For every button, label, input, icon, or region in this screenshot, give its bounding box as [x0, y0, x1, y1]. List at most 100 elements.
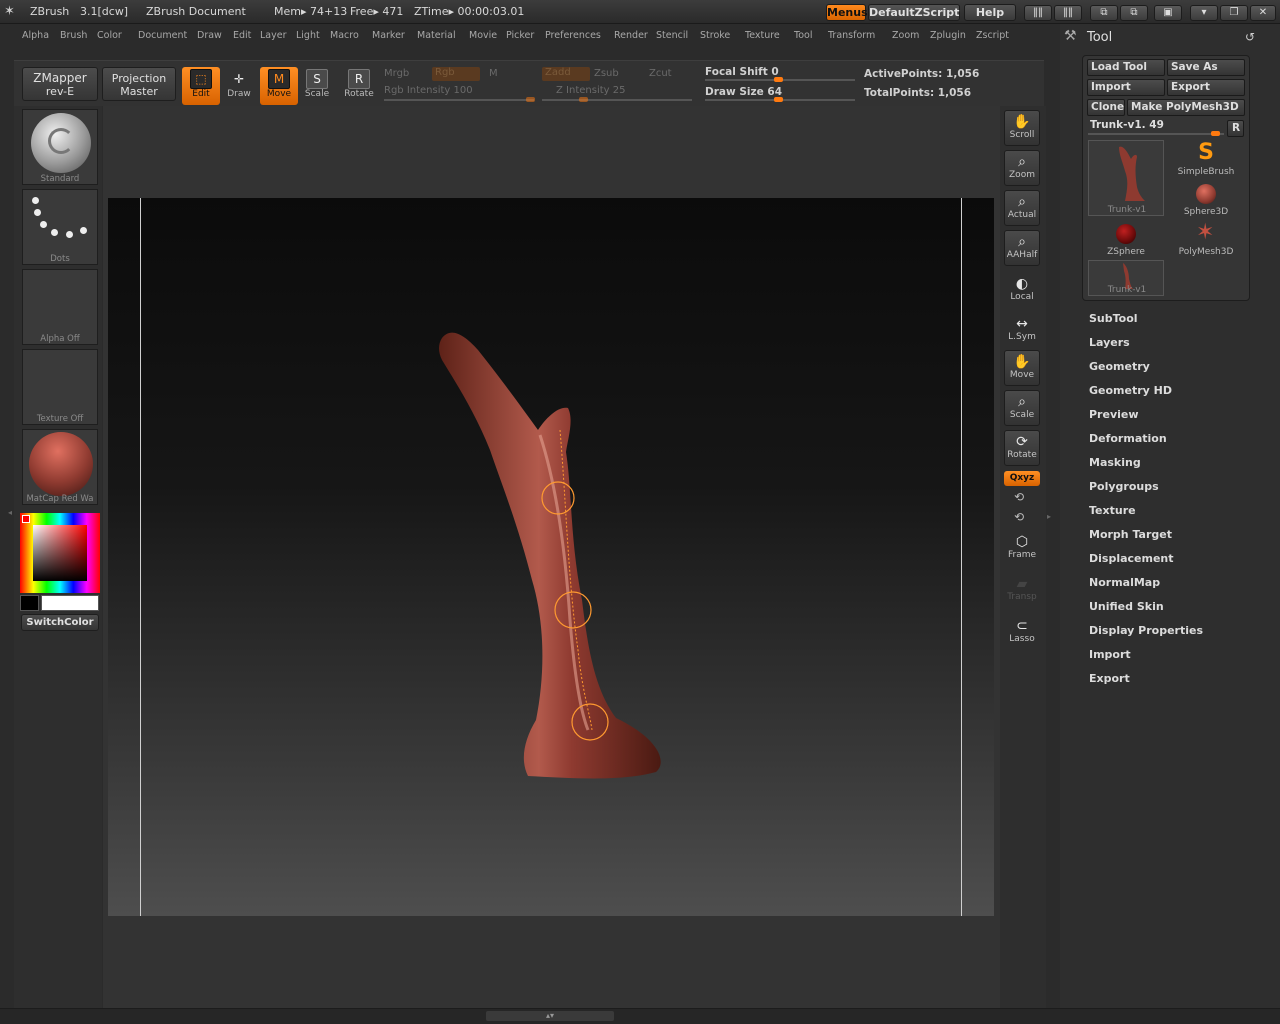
switch-color-button[interactable]: SwitchColor — [21, 614, 99, 631]
draw-size-slider[interactable]: Draw Size 64 — [705, 86, 782, 98]
menu-color[interactable]: Color — [97, 30, 122, 41]
layout-1-icon[interactable]: ⧉ — [1090, 5, 1118, 21]
color-picker[interactable] — [20, 513, 100, 593]
subpalette-polygroups[interactable]: Polygroups — [1089, 480, 1159, 493]
menu-tool[interactable]: Tool — [794, 30, 812, 41]
subpalette-geometry-hd[interactable]: Geometry HD — [1089, 384, 1172, 397]
menu-macro[interactable]: Macro — [330, 30, 359, 41]
menu-picker[interactable]: Picker — [506, 30, 534, 41]
menu-material[interactable]: Material — [417, 30, 456, 41]
current-tool-slider[interactable]: Trunk-v1. 49 — [1090, 119, 1164, 131]
subpalette-export[interactable]: Export — [1089, 672, 1130, 685]
brush-picker[interactable]: Standard — [22, 109, 98, 185]
save-as-button[interactable]: Save As — [1167, 59, 1245, 76]
make-polymesh-button[interactable]: Make PolyMesh3D — [1127, 99, 1245, 116]
menu-layer[interactable]: Layer — [260, 30, 287, 41]
rotate-z-icon[interactable]: ⟲ — [1014, 510, 1024, 524]
menu-brush[interactable]: Brush — [60, 30, 87, 41]
layout-2-icon[interactable]: ⧉ — [1120, 5, 1148, 21]
frame-button[interactable]: ⬡ Frame — [1004, 530, 1040, 566]
subpalette-import[interactable]: Import — [1089, 648, 1131, 661]
menu-alpha[interactable]: Alpha — [22, 30, 49, 41]
z-intensity-knob[interactable] — [579, 97, 588, 102]
zsphere-icon[interactable] — [1116, 224, 1136, 244]
move-mode-button[interactable]: M Move — [260, 67, 298, 105]
rgb-toggle[interactable]: Rgb — [432, 67, 480, 81]
current-tool-knob[interactable] — [1211, 131, 1220, 136]
subpalette-normalmap[interactable]: NormalMap — [1089, 576, 1160, 589]
subpalette-subtool[interactable]: SubTool — [1089, 312, 1138, 325]
tool-thumb-trunk[interactable]: Trunk-v1 — [1088, 140, 1164, 216]
subpalette-preview[interactable]: Preview — [1089, 408, 1139, 421]
color-marker[interactable] — [22, 515, 30, 523]
rotate-y-icon[interactable]: ⟲ — [1014, 490, 1024, 504]
aahalf-button[interactable]: ⌕ AAHalf — [1004, 230, 1040, 266]
default-zscript-button[interactable]: DefaultZScript — [868, 4, 960, 21]
color-saturation-square[interactable] — [33, 525, 87, 581]
right-tray-handle[interactable]: ▸ — [1047, 512, 1053, 530]
menu-zplugin[interactable]: Zplugin — [930, 30, 966, 41]
zoom-button[interactable]: ⌕ Zoom — [1004, 150, 1040, 186]
projection-master-button[interactable]: Projection Master — [102, 67, 176, 101]
close-icon[interactable]: ✕ — [1250, 5, 1276, 21]
rotate-view-button[interactable]: ⟳ Rotate — [1004, 430, 1040, 466]
help-button[interactable]: Help — [964, 4, 1016, 21]
subpalette-masking[interactable]: Masking — [1089, 456, 1141, 469]
menu-transform[interactable]: Transform — [828, 30, 875, 41]
rgb-intensity-knob[interactable] — [526, 97, 535, 102]
lasso-button[interactable]: ⊂ Lasso — [1004, 614, 1040, 650]
rgb-intensity-slider[interactable]: Rgb Intensity 100 — [384, 85, 473, 96]
texture-picker[interactable]: Texture Off — [22, 349, 98, 425]
menu-movie[interactable]: Movie — [469, 30, 497, 41]
zcut-toggle[interactable]: Zcut — [649, 68, 672, 79]
tool-thumb-trunk-2[interactable]: Trunk-v1 — [1088, 260, 1164, 296]
z-intensity-slider[interactable]: Z Intensity 25 — [556, 85, 625, 96]
load-tool-button[interactable]: Load Tool — [1087, 59, 1165, 76]
subpalette-deformation[interactable]: Deformation — [1089, 432, 1167, 445]
material-picker[interactable]: MatCap Red Wa — [22, 429, 98, 505]
transp-button[interactable]: ▰ Transp — [1004, 572, 1040, 608]
scroll-button[interactable]: ✋ Scroll — [1004, 110, 1040, 146]
shrink-icon[interactable]: ‖‖ — [1024, 5, 1052, 21]
scale-mode-button[interactable]: S Scale — [298, 67, 336, 105]
subpalette-displacement[interactable]: Displacement — [1089, 552, 1174, 565]
menus-button[interactable]: Menus — [826, 4, 868, 21]
simplebrush-icon[interactable]: S — [1192, 140, 1220, 166]
subpalette-display-properties[interactable]: Display Properties — [1089, 624, 1203, 637]
undo-icon[interactable]: ↺ — [1245, 30, 1255, 44]
menu-texture[interactable]: Texture — [745, 30, 780, 41]
menu-zscript[interactable]: Zscript — [976, 30, 1009, 41]
menu-zoom[interactable]: Zoom — [892, 30, 919, 41]
menu-light[interactable]: Light — [296, 30, 320, 41]
export-tool-button[interactable]: Export — [1167, 79, 1245, 96]
lock-icon[interactable]: ▣ — [1154, 5, 1182, 21]
sphere3d-icon[interactable] — [1196, 184, 1216, 204]
minimize-icon[interactable]: ▾ — [1190, 5, 1218, 21]
menu-stroke[interactable]: Stroke — [700, 30, 730, 41]
expand-icon[interactable]: ‖‖ — [1054, 5, 1082, 21]
maximize-icon[interactable]: ❐ — [1220, 5, 1248, 21]
draw-mode-button[interactable]: ✛ Draw — [220, 67, 258, 105]
subpalette-geometry[interactable]: Geometry — [1089, 360, 1150, 373]
r-button[interactable]: R — [1227, 120, 1244, 137]
xyz-rotation-toggle[interactable]: Qxyz — [1004, 471, 1040, 486]
local-button[interactable]: ◐ Local — [1004, 272, 1040, 308]
tool-palette-title[interactable]: Tool — [1087, 30, 1112, 45]
subpalette-layers[interactable]: Layers — [1089, 336, 1130, 349]
actual-button[interactable]: ⌕ Actual — [1004, 190, 1040, 226]
polymesh3d-star-icon[interactable]: ✶ — [1196, 220, 1214, 245]
subpalette-morph-target[interactable]: Morph Target — [1089, 528, 1172, 541]
focal-shift-slider[interactable]: Focal Shift 0 — [705, 66, 779, 78]
menu-preferences[interactable]: Preferences — [545, 30, 601, 41]
alpha-picker[interactable]: Alpha Off — [22, 269, 98, 345]
zadd-toggle[interactable]: Zadd — [542, 67, 590, 81]
lsym-button[interactable]: ↔ L.Sym — [1004, 312, 1040, 348]
secondary-color-swatch[interactable] — [20, 595, 39, 611]
focal-shift-knob[interactable] — [774, 77, 783, 82]
subpalette-unified-skin[interactable]: Unified Skin — [1089, 600, 1164, 613]
edit-mode-button[interactable]: ⬚ Edit — [182, 67, 220, 105]
m-toggle[interactable]: M — [489, 68, 498, 79]
left-tray-handle[interactable]: ◂ — [8, 508, 13, 524]
scale-view-button[interactable]: ⌕ Scale — [1004, 390, 1040, 426]
bottom-tray-handle[interactable]: ▴▾ — [486, 1011, 614, 1021]
